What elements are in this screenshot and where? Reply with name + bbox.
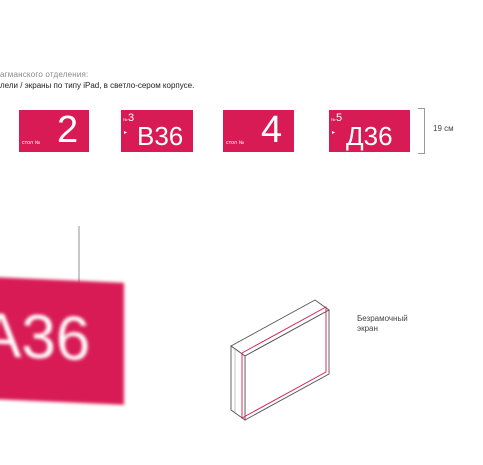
card-number: 2 <box>57 110 79 151</box>
screen-label-line-1: Безрамочный <box>357 314 408 323</box>
table-card-d36: № 5 ▸ Д36 <box>329 110 410 152</box>
hanging-wire <box>78 226 80 286</box>
card-number: 4 <box>261 110 283 151</box>
screen-label-line-2: экран <box>357 324 378 333</box>
card-number-small: 5 <box>336 112 343 124</box>
frameless-screen-illustration <box>230 299 330 421</box>
card-arrow-icon: ▸ <box>124 130 128 136</box>
card-number-small: 3 <box>128 112 135 124</box>
caption-line-2: лели / экраны по типу iPad, в светло-сер… <box>0 81 195 90</box>
card-table-label: стол № <box>22 140 41 146</box>
table-card-2: стол № 2 <box>19 110 89 152</box>
screen-label: Безрамочный экран <box>357 314 408 334</box>
card-sup: № <box>123 117 128 122</box>
card-table-label: стол № <box>226 140 245 146</box>
hanging-sign-text: А36 <box>0 300 91 375</box>
caption-line-1: агманского отделения: <box>0 70 89 79</box>
card-code: В36 <box>137 121 184 151</box>
table-card-b36: № 3 ▸ В36 <box>121 110 193 152</box>
card-code: Д36 <box>346 121 393 151</box>
card-sup: № <box>331 117 336 122</box>
hanging-sign: А36 <box>0 277 124 405</box>
dimension-label: 19 см <box>433 124 454 133</box>
table-card-4: стол № 4 <box>223 110 294 152</box>
card-arrow-icon: ▸ <box>332 130 336 136</box>
dimension-bracket <box>418 108 425 154</box>
